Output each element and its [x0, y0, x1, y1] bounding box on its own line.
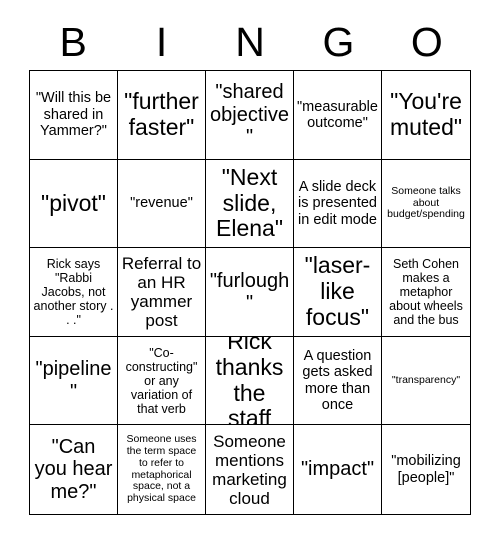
bingo-cell[interactable]: "You're muted" — [382, 71, 470, 160]
bingo-cell-label: Rick says "Rabbi Jacobs, not another sto… — [33, 256, 114, 327]
bingo-cell[interactable]: "transparency" — [382, 337, 470, 426]
bingo-cell[interactable]: Someone talks about budget/spending — [382, 160, 470, 249]
bingo-cell-label: "You're muted" — [389, 88, 463, 140]
bingo-header-letter-i: I — [155, 18, 168, 65]
bingo-cell[interactable]: Referral to an HR yammer post — [118, 248, 206, 337]
bingo-cell[interactable]: "shared objective" — [206, 71, 294, 160]
bingo-cell-label: "transparency" — [391, 373, 461, 386]
bingo-cell[interactable]: "measurable outcome" — [294, 71, 382, 160]
bingo-cell[interactable]: Rick thanks the staff — [206, 336, 294, 426]
bingo-grid: "Will this be shared in Yammer?" "furthe… — [29, 70, 471, 515]
bingo-cell[interactable]: "Will this be shared in Yammer?" — [30, 71, 118, 160]
bingo-cell-label: "pivot" — [41, 189, 106, 216]
bingo-cell[interactable]: "furlough" — [206, 248, 294, 337]
bingo-cell-label: "Will this be shared in Yammer?" — [35, 90, 112, 139]
bingo-cell-label: Someone talks about budget/spending — [387, 184, 465, 221]
bingo-cell-label: "impact" — [300, 458, 375, 481]
bingo-cell-label: Referral to an HR yammer post — [121, 253, 202, 331]
bingo-cell-label: A question gets asked more than once — [302, 348, 373, 413]
bingo-cell[interactable]: A question gets asked more than once — [294, 336, 382, 426]
bingo-cell[interactable]: "Co-constructing" or any variation of th… — [118, 336, 206, 426]
bingo-cell-label: Someone mentions marketing cloud — [212, 431, 287, 508]
bingo-cell[interactable]: "laser-like focus" — [294, 248, 382, 337]
bingo-cell-label: "pipeline" — [35, 358, 112, 403]
bingo-cell[interactable]: Someone uses the term space to refer to … — [118, 425, 206, 514]
bingo-cell-label: "mobilizing [people]" — [391, 453, 461, 486]
bingo-cell[interactable]: "pivot" — [30, 159, 118, 249]
bingo-cell[interactable]: "further faster" — [118, 71, 206, 160]
bingo-cell-label: "measurable outcome" — [297, 98, 378, 131]
bingo-header-letter-b: B — [59, 18, 87, 65]
bingo-header-letter-g: G — [322, 18, 355, 65]
bingo-cell[interactable]: "Next slide, Elena" — [206, 159, 294, 249]
bingo-cell-label: A slide deck is presented in edit mode — [298, 179, 377, 228]
bingo-cell-label: Seth Cohen makes a metaphor about wheels… — [389, 256, 463, 327]
bingo-cell[interactable]: Rick says "Rabbi Jacobs, not another sto… — [30, 248, 118, 337]
bingo-cell-label: "Can you hear me?" — [34, 436, 113, 503]
bingo-cell-label: "laser-like focus" — [304, 252, 371, 330]
bingo-cell[interactable]: "pipeline" — [30, 336, 118, 426]
bingo-cell-label: "further faster" — [124, 88, 199, 140]
bingo-cell-label: Someone uses the term space to refer to … — [126, 433, 197, 505]
bingo-cell-label: "Next slide, Elena" — [216, 163, 283, 242]
bingo-header-letter-n: N — [235, 18, 265, 65]
bingo-cell[interactable]: "mobilizing [people]" — [382, 425, 470, 514]
bingo-cell[interactable]: Seth Cohen makes a metaphor about wheels… — [382, 248, 470, 337]
bingo-cell[interactable]: "Can you hear me?" — [30, 425, 118, 514]
bingo-header-row: B I N G O — [29, 14, 471, 70]
bingo-cell[interactable]: Someone mentions marketing cloud — [206, 425, 294, 514]
bingo-cell-label: Rick thanks the staff — [215, 336, 284, 426]
bingo-cell[interactable]: "revenue" — [118, 159, 206, 249]
bingo-cell-label: "revenue" — [130, 195, 193, 212]
bingo-header-letter-o: O — [410, 18, 443, 65]
bingo-cell-label: "shared objective" — [210, 81, 289, 148]
bingo-cell-label: "furlough" — [209, 269, 290, 314]
bingo-cell[interactable]: A slide deck is presented in edit mode — [294, 159, 382, 249]
bingo-card: B I N G O "Will this be shared in Yammer… — [0, 0, 500, 544]
bingo-cell[interactable]: "impact" — [294, 425, 382, 514]
bingo-cell-label: "Co-constructing" or any variation of th… — [125, 345, 198, 416]
